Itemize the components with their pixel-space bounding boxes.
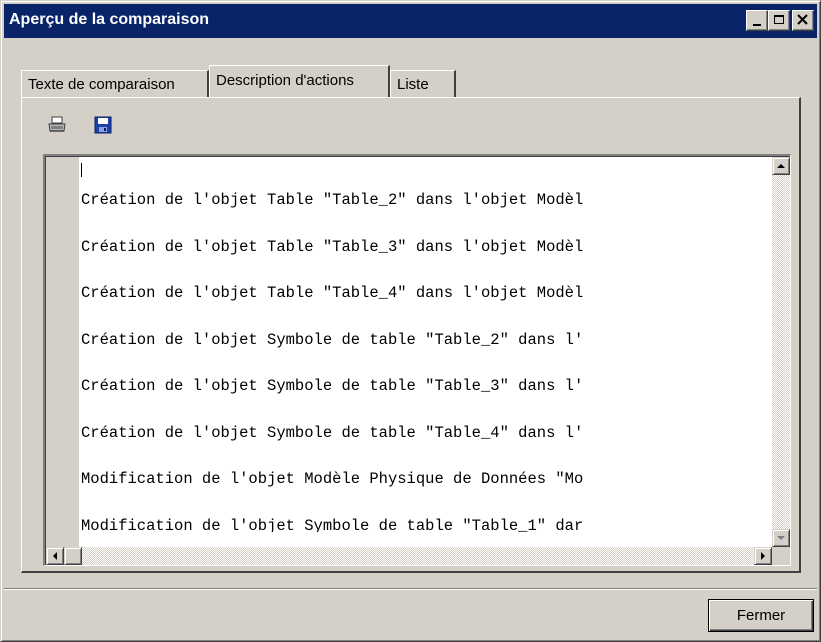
maximize-button[interactable] — [768, 10, 790, 31]
action-line: Création de l'objet Symbole de table "Ta… — [81, 377, 584, 395]
vertical-scrollbar[interactable] — [772, 157, 790, 547]
tab-strip: Texte de comparaison Description d'actio… — [21, 65, 801, 97]
action-line: Création de l'objet Symbole de table "Ta… — [81, 330, 584, 349]
action-line: Création de l'objet Table "Table_2" dans… — [81, 191, 584, 209]
scroll-up-button[interactable] — [772, 157, 790, 175]
arrow-up-icon — [777, 164, 785, 168]
save-icon[interactable] — [93, 115, 113, 135]
action-line: Modification de l'objet Symbole de table… — [81, 516, 584, 532]
action-line: Création de l'objet Table "Table_4" dans… — [81, 284, 584, 302]
print-icon[interactable] — [47, 115, 67, 135]
footer-separator — [4, 588, 817, 590]
tab-description-actions[interactable]: Description d'actions — [209, 65, 390, 97]
text-caret — [81, 163, 82, 177]
minimize-icon — [753, 24, 761, 26]
scroll-down-button[interactable] — [772, 529, 790, 547]
close-icon — [797, 14, 808, 25]
actions-text[interactable]: Création de l'objet Table "Table_2" dans… — [81, 162, 767, 532]
maximize-icon — [774, 15, 784, 24]
horizontal-scrollbar[interactable] — [46, 547, 772, 565]
arrow-left-icon — [53, 552, 57, 560]
action-line: Création de l'objet Table "Table_3" dans… — [81, 237, 584, 256]
action-line: Modification de l'objet Modèle Physique … — [81, 470, 584, 488]
window-title: Aperçu de la comparaison — [9, 11, 210, 28]
action-line: Création de l'objet Symbole de table "Ta… — [81, 423, 584, 442]
actions-textbox[interactable]: Création de l'objet Table "Table_2" dans… — [43, 154, 791, 566]
textbox-frame: Création de l'objet Table "Table_2" dans… — [45, 156, 790, 565]
line-gutter — [46, 157, 79, 547]
close-window-button[interactable] — [792, 10, 814, 31]
window-controls — [746, 10, 814, 31]
arrow-down-icon — [777, 536, 785, 540]
scrollbar-corner — [772, 547, 790, 565]
title-bar[interactable]: Aperçu de la comparaison — [4, 4, 817, 38]
minimize-button[interactable] — [746, 10, 768, 31]
tab-texte-de-comparaison[interactable]: Texte de comparaison — [21, 70, 209, 97]
arrow-right-icon — [761, 552, 765, 560]
dialog-window: Aperçu de la comparaison Texte de compar… — [0, 0, 821, 642]
horizontal-scroll-thumb[interactable] — [64, 547, 82, 565]
scroll-left-button[interactable] — [46, 547, 64, 565]
tab-liste[interactable]: Liste — [390, 70, 456, 97]
scroll-right-button[interactable] — [754, 547, 772, 565]
close-button[interactable]: Fermer — [708, 599, 814, 632]
